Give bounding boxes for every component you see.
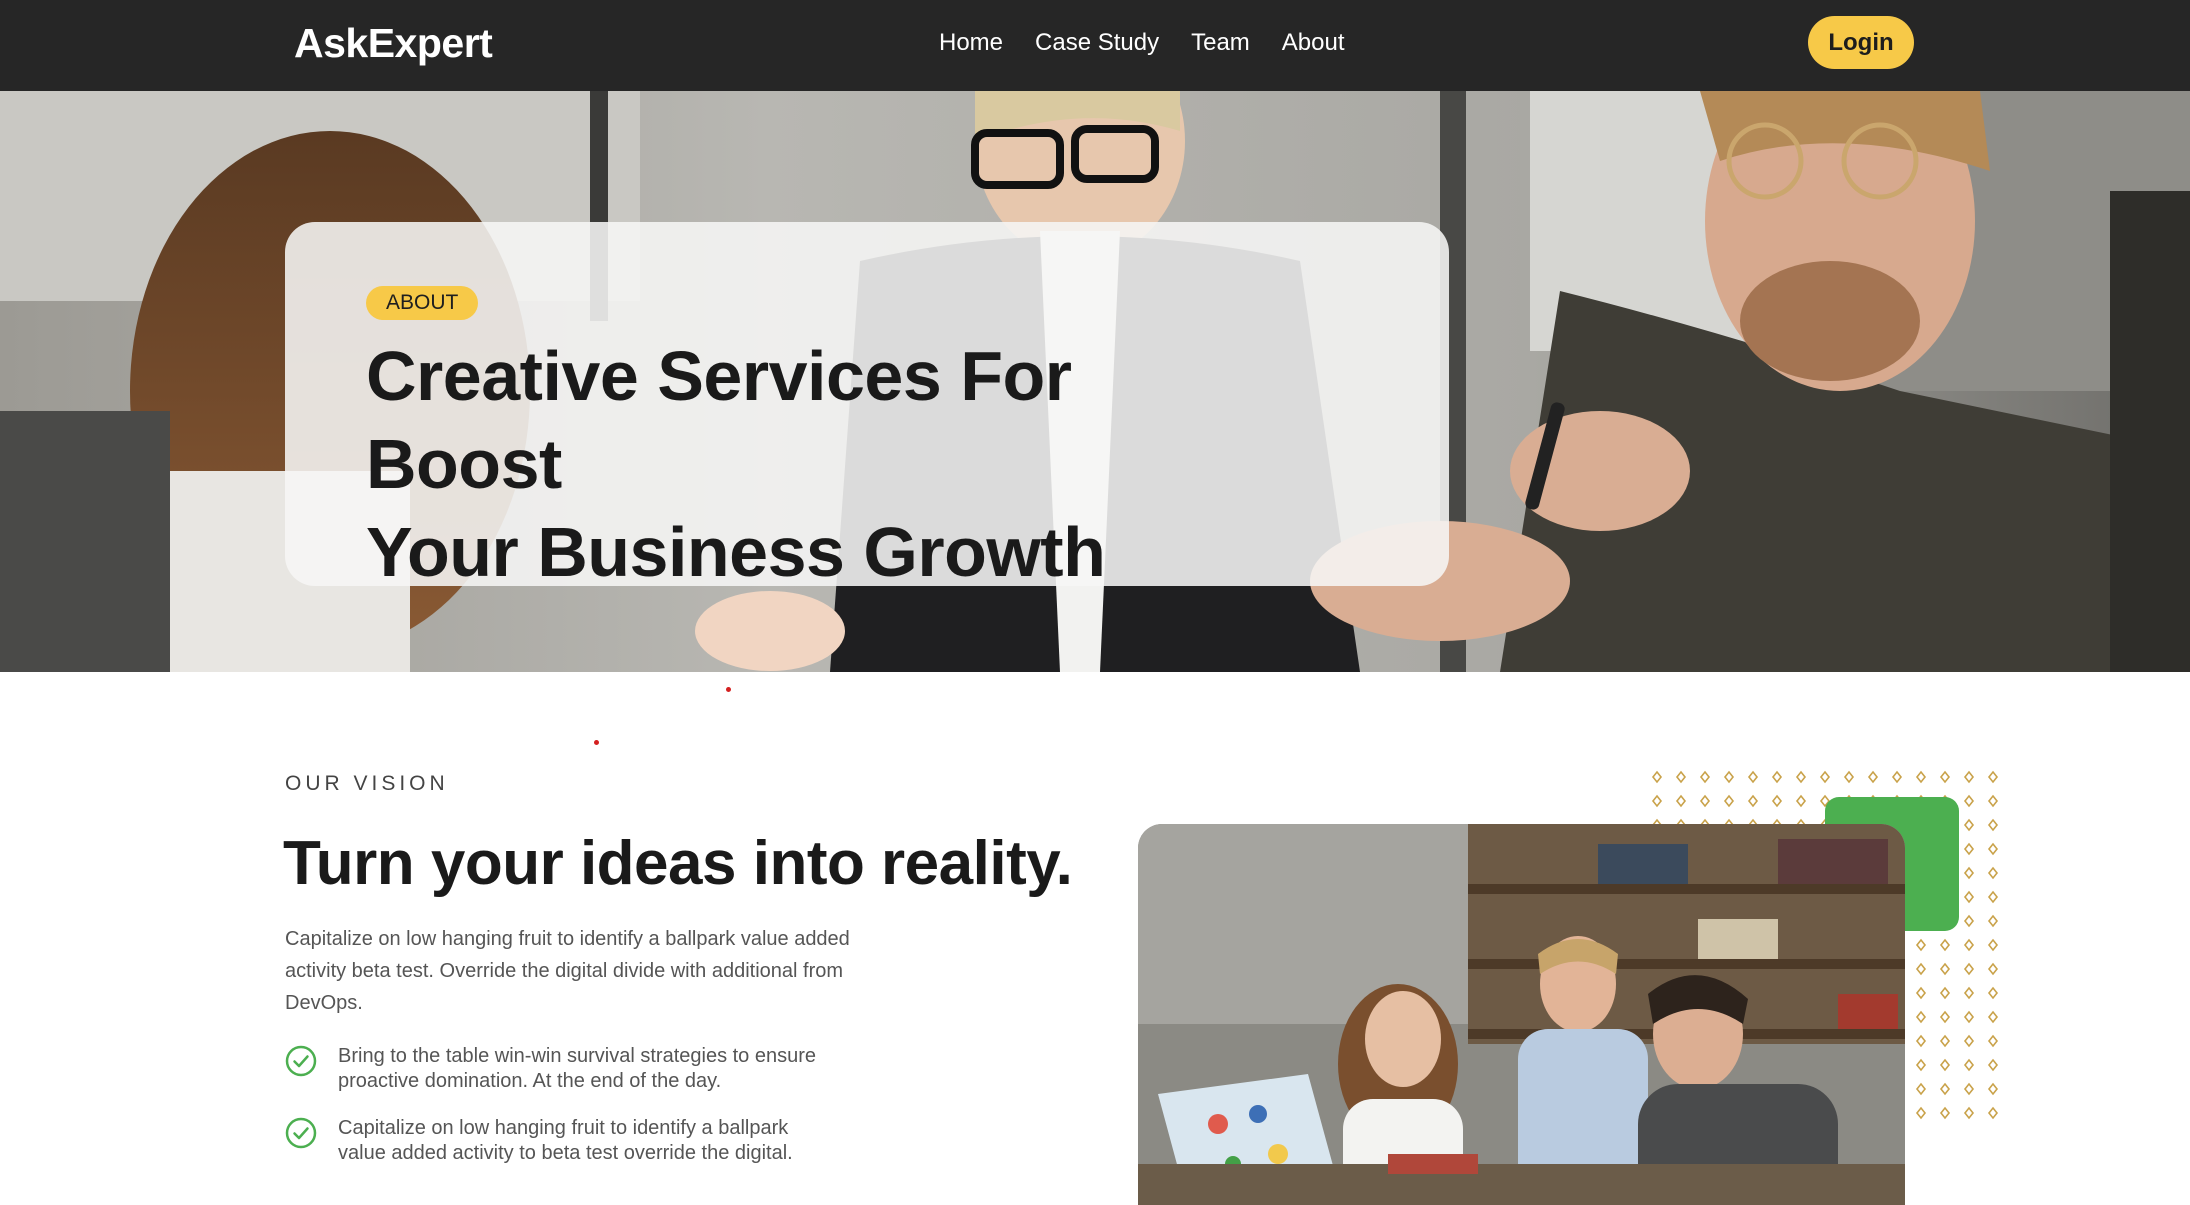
top-navbar: AskExpert Home Case Study Team About Log…	[0, 0, 2190, 91]
vision-description: Capitalize on low hanging fruit to ident…	[285, 928, 850, 1014]
team-photo	[1138, 824, 1905, 1205]
hero-title-line-2: Your Business Growth	[366, 513, 1106, 591]
main-nav: Home Case Study Team About	[939, 26, 1345, 60]
decor-dot	[726, 687, 731, 692]
about-badge: ABOUT	[366, 286, 479, 320]
vision-bullet: Capitalize on low hanging fruit to ident…	[285, 1116, 838, 1166]
nav-link-about[interactable]: About	[1282, 26, 1345, 60]
hero-card: ABOUT Creative Services For Boost Your B…	[285, 222, 1449, 591]
vision-bullet-text: Capitalize on low hanging fruit to ident…	[338, 1117, 793, 1164]
vision-title: Turn your ideas into reality.	[283, 829, 1073, 898]
vision-bullet: Bring to the table win-win survival stra…	[285, 1044, 838, 1094]
check-circle-icon	[285, 1117, 317, 1149]
team-working-image	[1138, 824, 1905, 1205]
brand-logo[interactable]: AskExpert	[294, 18, 493, 68]
hero-title: Creative Services For Boost Your Busines…	[366, 332, 1266, 596]
nav-link-case-study[interactable]: Case Study	[1035, 26, 1159, 60]
vision-bullet-text: Bring to the table win-win survival stra…	[338, 1045, 817, 1092]
nav-link-team[interactable]: Team	[1191, 26, 1250, 60]
decor-dot	[594, 740, 599, 745]
login-button[interactable]: Login	[1808, 16, 1914, 69]
vision-eyebrow: OUR VISION	[285, 772, 449, 795]
nav-link-home[interactable]: Home	[939, 26, 1003, 60]
check-circle-icon	[285, 1045, 317, 1077]
hero-section: ABOUT Creative Services For Boost Your B…	[0, 91, 2190, 672]
hero-title-line-1: Creative Services For Boost	[366, 337, 1072, 503]
